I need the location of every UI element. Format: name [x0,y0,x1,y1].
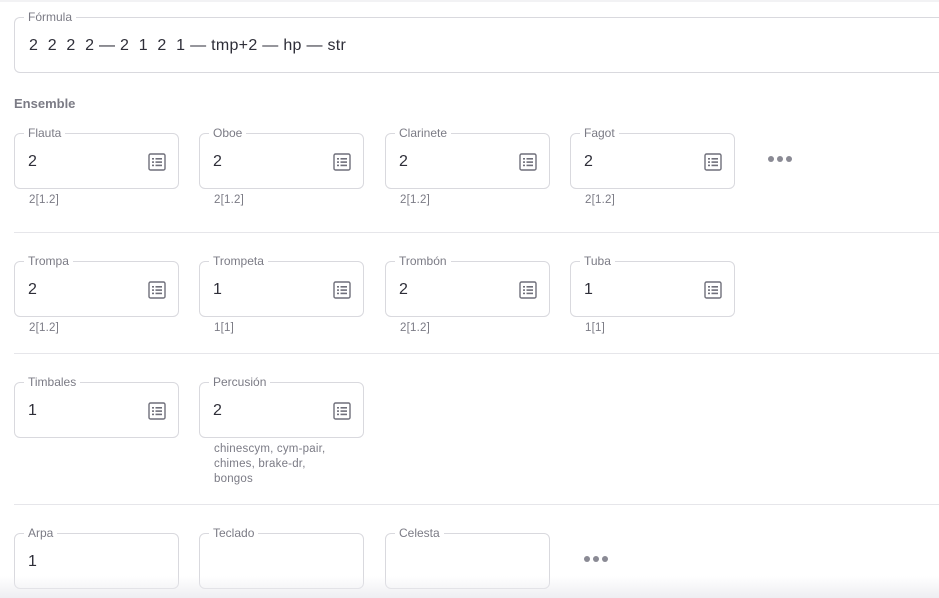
clarinete-value[interactable]: 2 [399,153,408,171]
formula-value[interactable]: 2 2 2 2 — 2 1 2 1 — tmp+2 — hp — str [29,37,346,55]
arpa-label: Arpa [24,526,58,540]
tuba-hint: 1[1] [585,322,605,334]
arpa-value[interactable]: 1 [28,553,37,571]
top-divider [0,0,939,2]
list-icon[interactable] [148,281,166,299]
list-icon[interactable] [704,281,722,299]
formula-field[interactable]: Fórmula 2 2 2 2 — 2 1 2 1 — tmp+2 — hp —… [14,10,939,73]
percusion-hint-line: chimes, brake-dr, [214,458,306,470]
list-icon[interactable] [333,153,351,171]
list-icon[interactable] [704,153,722,171]
arpa-field[interactable]: Arpa 1 [14,526,179,589]
celesta-field[interactable]: Celesta [385,526,550,589]
flauta-label: Flauta [24,126,66,140]
trompa-hint: 2[1.2] [29,322,59,334]
trombon-hint: 2[1.2] [400,322,430,334]
oboe-value[interactable]: 2 [213,153,222,171]
fagot-field[interactable]: Fagot 2 [570,126,735,189]
list-icon[interactable] [333,281,351,299]
flauta-value[interactable]: 2 [28,153,37,171]
clarinete-label: Clarinete [395,126,452,140]
fagot-label: Fagot [580,126,619,140]
percusion-hint-line: bongos [214,473,253,485]
flauta-field[interactable]: Flauta 2 [14,126,179,189]
trompeta-field[interactable]: Trompeta 1 [199,254,364,317]
list-icon[interactable] [148,402,166,420]
tuba-value[interactable]: 1 [584,281,593,299]
trompa-field[interactable]: Trompa 2 [14,254,179,317]
tuba-field[interactable]: Tuba 1 [570,254,735,317]
percusion-field[interactable]: Percusión 2 [199,375,364,438]
fagot-hint: 2[1.2] [585,194,615,206]
oboe-label: Oboe [209,126,247,140]
formula-label: Fórmula [24,10,77,24]
list-icon[interactable] [519,281,537,299]
teclado-label: Teclado [209,526,259,540]
ensemble-title: Ensemble [14,96,76,111]
celesta-label: Celesta [395,526,444,540]
trombon-field[interactable]: Trombón 2 [385,254,550,317]
trompa-value[interactable]: 2 [28,281,37,299]
list-icon[interactable] [333,402,351,420]
more-horizontal-icon[interactable] [768,152,798,166]
trompa-label: Trompa [24,254,73,268]
oboe-field[interactable]: Oboe 2 [199,126,364,189]
tuba-label: Tuba [580,254,615,268]
trompeta-label: Trompeta [209,254,268,268]
timbales-field[interactable]: Timbales 1 [14,375,179,438]
trompeta-value[interactable]: 1 [213,281,222,299]
teclado-field[interactable]: Teclado [199,526,364,589]
percusion-hint-line: chinescym, cym-pair, [214,443,326,455]
list-icon[interactable] [148,153,166,171]
more-horizontal-icon[interactable] [584,552,614,566]
clarinete-hint: 2[1.2] [400,194,430,206]
section-divider [14,353,939,354]
clarinete-field[interactable]: Clarinete 2 [385,126,550,189]
trombon-value[interactable]: 2 [399,281,408,299]
trombon-label: Trombón [395,254,451,268]
timbales-value[interactable]: 1 [28,402,37,420]
list-icon[interactable] [519,153,537,171]
trompeta-hint: 1[1] [214,322,234,334]
section-divider [14,232,939,233]
section-divider [14,504,939,505]
percusion-value[interactable]: 2 [213,402,222,420]
fagot-value[interactable]: 2 [584,153,593,171]
flauta-hint: 2[1.2] [29,194,59,206]
percusion-label: Percusión [209,375,271,389]
timbales-label: Timbales [24,375,81,389]
oboe-hint: 2[1.2] [214,194,244,206]
